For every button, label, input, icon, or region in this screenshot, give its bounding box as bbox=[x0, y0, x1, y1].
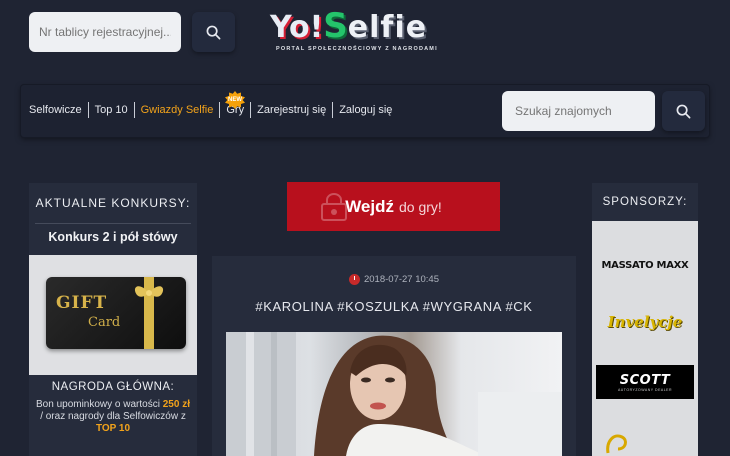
contest-image[interactable]: GIFT Card bbox=[29, 255, 197, 375]
contests-heading: AKTUALNE KONKURSY: bbox=[35, 196, 191, 210]
prize-heading: NAGRODA GŁÓWNA: bbox=[51, 381, 175, 393]
contests-panel: AKTUALNE KONKURSY: Konkurs 2 i pół stówy… bbox=[29, 183, 197, 456]
selfie-image bbox=[226, 332, 562, 456]
sponsor-massato-label: MASSATO MAXX bbox=[601, 259, 689, 271]
gift-card-line2: Card bbox=[88, 315, 121, 330]
nav-item-selfowicze[interactable]: Selfowicze bbox=[29, 102, 88, 118]
main-nav: Selfowicze Top 10 Gwiazdy Selfie Gry Zar… bbox=[29, 102, 398, 118]
prize-top10: TOP 10 bbox=[95, 423, 131, 434]
search-icon bbox=[206, 25, 221, 39]
sponsor-invelycje-label: Invelycje bbox=[607, 313, 683, 331]
post-card: 2018-07-27 10:45 #KAROLINA #KOSZULKA #WY… bbox=[212, 256, 576, 456]
post-photo[interactable] bbox=[226, 332, 562, 456]
enter-label-light: do gry! bbox=[399, 198, 442, 215]
prize-desc-part2: / oraz nagrody dla Selfowiczów z bbox=[40, 411, 186, 422]
sponsor-logo-partial[interactable] bbox=[604, 431, 640, 456]
nav-item-register[interactable]: Zarejestruj się bbox=[250, 102, 332, 118]
post-tags[interactable]: #KAROLINA #KOSZULKA #WYGRANA #CK bbox=[212, 299, 576, 314]
logo-yo: Yo! bbox=[270, 10, 324, 45]
plate-search-button[interactable] bbox=[192, 12, 235, 52]
sponsor-scott-label: SCOTT bbox=[619, 372, 671, 388]
sponsor-scott-sub: AUTORYZOWANY DEALER bbox=[617, 387, 673, 392]
sponsors-list: MASSATO MAXX Invelycje SCOTT AUTORYZOWAN… bbox=[592, 221, 698, 456]
bow-icon bbox=[134, 286, 164, 297]
lock-icon bbox=[321, 193, 347, 221]
enter-label-strong: Wejdź bbox=[345, 196, 394, 216]
post-date-text: 2018-07-27 10:45 bbox=[363, 274, 439, 285]
enter-game-button[interactable]: Wejdź do gry! bbox=[287, 182, 500, 231]
clock-icon bbox=[348, 274, 360, 285]
sponsors-panel: SPONSORZY: MASSATO MAXX Invelycje SCOTT … bbox=[592, 183, 698, 456]
sponsor-scott[interactable]: SCOTT AUTORYZOWANY DEALER bbox=[596, 365, 694, 399]
friend-search-input[interactable] bbox=[502, 91, 655, 131]
search-icon bbox=[676, 104, 691, 118]
site-logo[interactable]: Yo!Selfie PORTAL SPOŁECZNOŚCIOWY Z NAGRO… bbox=[270, 9, 470, 60]
gift-card-image: GIFT Card bbox=[46, 277, 186, 349]
prize-desc-part1: Bon upominkowy o wartości bbox=[36, 399, 163, 410]
nav-item-top10[interactable]: Top 10 bbox=[87, 102, 134, 118]
divider bbox=[35, 223, 191, 224]
plate-search-input[interactable] bbox=[29, 12, 181, 52]
friend-search-button[interactable] bbox=[662, 91, 705, 131]
sponsor-invelycje[interactable]: Invelycje bbox=[598, 309, 692, 335]
logo-rest: elfie bbox=[347, 10, 428, 45]
logo-tagline: PORTAL SPOŁECZNOŚCIOWY Z NAGRODAMI bbox=[276, 46, 438, 52]
nav-item-login[interactable]: Zaloguj się bbox=[332, 102, 398, 118]
gift-card-line1: GIFT bbox=[56, 293, 108, 313]
logo-s: S bbox=[323, 6, 348, 46]
prize-description: Bon upominkowy o wartości 250 zł / oraz … bbox=[35, 399, 191, 435]
contest-title[interactable]: Konkurs 2 i pół stówy bbox=[29, 230, 197, 244]
sponsor-massato-maxx[interactable]: MASSATO MAXX bbox=[601, 255, 689, 275]
post-date: 2018-07-27 10:45 bbox=[212, 274, 576, 285]
sponsors-heading: SPONSORZY: bbox=[602, 196, 688, 208]
prize-amount: 250 zł bbox=[162, 399, 190, 410]
nav-item-gwiazdy-selfie[interactable]: Gwiazdy Selfie bbox=[133, 102, 220, 118]
